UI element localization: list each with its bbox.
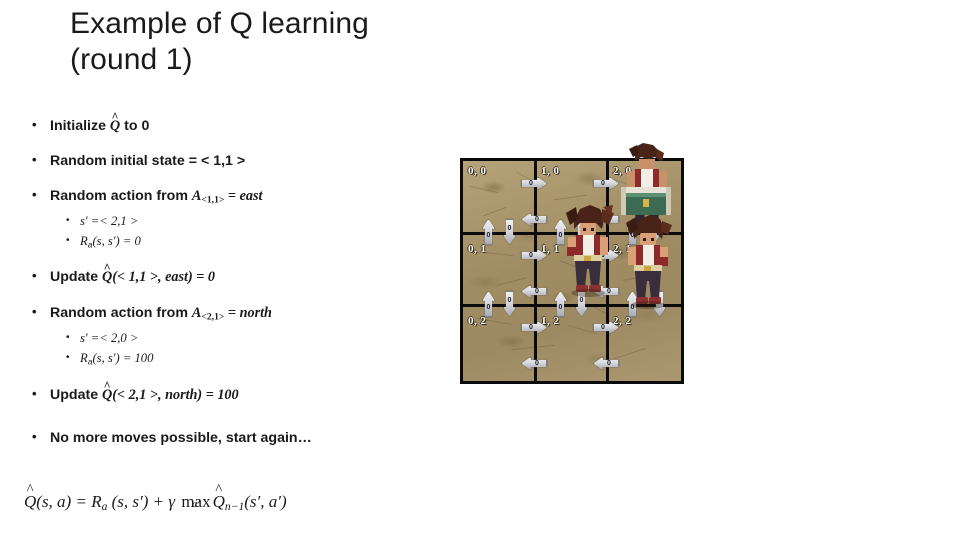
q-arrow-east-0-2: 0 [521,321,547,334]
q-arrow-east-0-1: 0 [521,249,547,262]
sprite-agent-middle [566,205,614,297]
q-arrow-south-0-1: 0 [503,291,516,317]
symbol-A-1: A [191,188,202,204]
symbol-R-1: R [80,233,88,248]
hat-accent: ^ [215,482,223,499]
symbol-A-2-subscript: <2,1> [201,311,225,323]
bullet-initialize-prefix: Initialize [50,118,110,134]
q-arrow-west-2-2: 0 [593,357,619,370]
title-line-2: (round 1) [70,43,193,76]
hat-accent: ^ [103,378,111,393]
bullet-initial-state: Random initial state = < 1,1 > [18,152,438,169]
sprite-agent-current [626,215,672,309]
equation-max-limit: a′ [192,498,200,510]
bullet-update-1-prefix: Update [50,269,103,286]
gridworld-figure: 0, 0 1, 0 2, 0 0, 1 1, 1 2, 1 0, 2 1, 2 … [460,143,684,384]
cell-label-1-0: 1, 0 [541,165,560,177]
page-title: Example of Q learning (round 1) [70,6,490,78]
hat-accent: ^ [111,109,119,124]
q-arrow-east-0-0: 0 [521,177,547,190]
q-arrow-south-0-0: 0 [503,219,516,245]
hat-accent: ^ [26,482,34,499]
bullet-initialize-suffix: to 0 [120,118,150,134]
subbullet-reward-1: Ra(s, s′) = 0 [18,233,438,252]
bullet-update-1: Update ^Q(< 1,1 >, east) = 0 [18,262,438,286]
subbullet-sprime-1-text: s′ =< 2,1 > [80,213,139,228]
equation-max-operator: max a′ [181,492,210,512]
equation-R: R [91,492,102,511]
q-arrow-east-1-2: 0 [593,321,619,334]
action-east: east [239,188,263,204]
grid-line-vertical-1 [534,161,537,381]
q-arrow-west-1-1: 0 [521,285,547,298]
subbullet-reward-2-rest: (s, s′) = 100 [92,350,154,365]
bullet-update-1-args: (< 1,1 >, east) = 0 [112,269,215,286]
subbullet-reward-2: Ra(s, s′) = 100 [18,350,438,369]
bullet-no-more-moves: No more moves possible, start again… [18,429,438,447]
symbol-A-2: A [191,305,202,322]
slide-canvas: Example of Q learning (round 1) Initiali… [0,0,960,540]
subbullet-sprime-1: s′ =< 2,1 > [18,213,438,229]
equals-1: = [224,188,240,204]
q-arrow-west-1-0: 0 [521,213,547,226]
bullet-random-action-1-prefix: Random action from [50,188,192,204]
equals-2: = [224,305,240,322]
equation-q2-subscript: n−1 [224,500,245,514]
bullet-update-2-args: (< 2,1 >, north) = 100 [112,387,239,404]
equation-gamma: γ [168,492,176,511]
bullet-initial-state-text: Random initial state = < 1,1 > [50,153,246,169]
q-arrow-north-0-1: 0 [482,219,495,245]
bellman-equation: ^ Q(s, a) = Ra (s, s′) + γ max a′ ^ Qn−1(s′,… [24,483,287,514]
bullet-random-action-2-prefix: Random action from [50,305,192,322]
symbol-R-2: R [80,350,88,365]
bullet-random-action-1: Random action from A<1,1> = east [18,187,438,209]
bullet-update-2: Update ^Q(< 2,1 >, north) = 100 [18,380,438,404]
bullet-random-action-2: Random action from A<2,1> = north [18,304,438,326]
bullet-initialize: Initialize ^Q to 0 [18,111,438,134]
q-arrow-north-0-2: 0 [482,291,495,317]
bullet-no-more-moves-text: No more moves possible, start again… [50,430,312,447]
equation-q2-args: (s′, a′) [244,492,287,511]
subbullet-sprime-2: s′ =< 2,0 > [18,330,438,346]
subbullet-sprime-2-text: s′ =< 2,0 > [80,330,139,345]
bullet-list: Initialize ^Q to 0 Random initial state … [18,111,438,447]
symbol-A-1-subscript: <1,1> [201,194,225,206]
subbullet-reward-1-rest: (s, s′) = 0 [92,233,141,248]
cell-label-0-0: 0, 0 [468,165,487,177]
hat-accent: ^ [103,260,111,275]
title-line-1: Example of Q learning [70,7,369,40]
action-north: north [239,305,272,322]
treasure-chest-icon [621,187,671,215]
equation-R-args: (s, s′) + [107,492,169,511]
bullet-update-2-prefix: Update [50,387,103,404]
equation-lhs-args: (s, a) = [36,492,92,511]
q-arrow-west-1-2: 0 [521,357,547,370]
